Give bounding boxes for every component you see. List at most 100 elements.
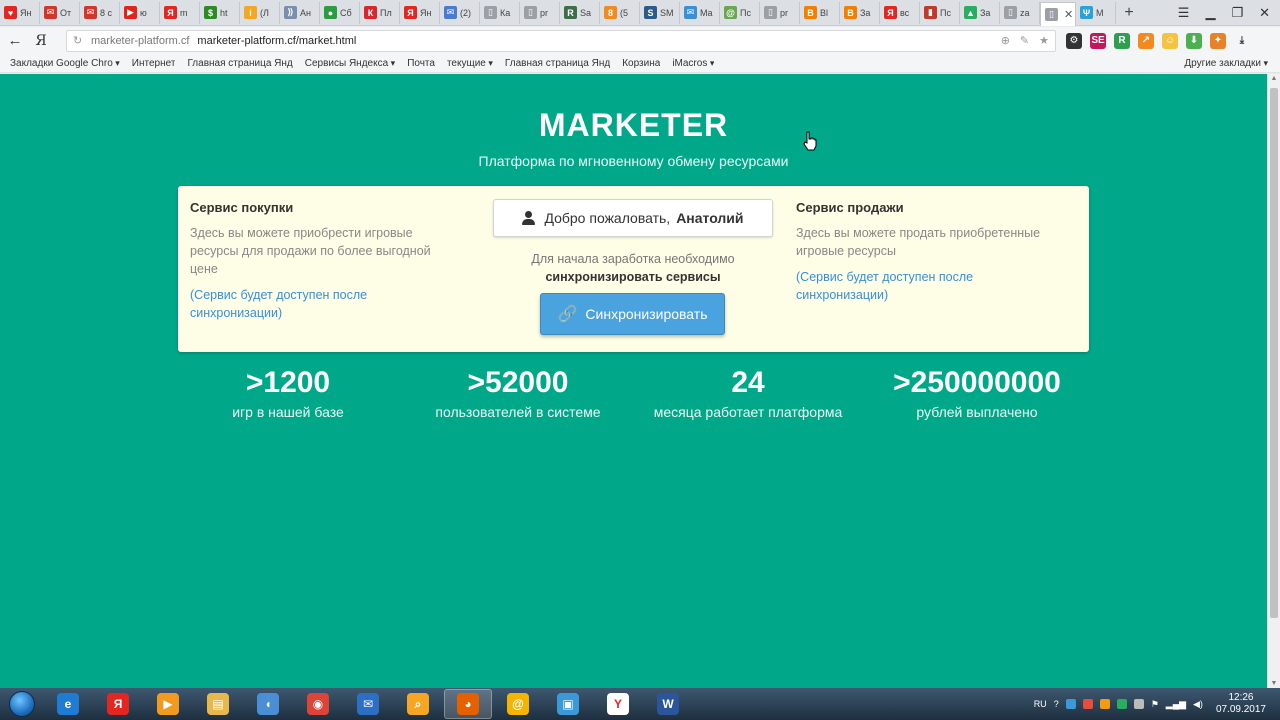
- browser-tab[interactable]: ♥ Ян: [0, 1, 40, 24]
- r-extension-icon[interactable]: R: [1114, 32, 1130, 49]
- settings-extension-icon[interactable]: ⚙: [1066, 32, 1082, 49]
- browser-tab[interactable]: ▮ Пс: [920, 1, 960, 24]
- scroll-down-icon[interactable]: ▼: [1268, 680, 1280, 687]
- tray-app-icon[interactable]: [1065, 699, 1076, 709]
- taskbar-yandex-button[interactable]: Я: [94, 689, 142, 719]
- tray-app-icon[interactable]: [1099, 699, 1110, 709]
- browser-tab[interactable]: B Bl: [800, 1, 840, 24]
- browser-tab[interactable]: ✉ От: [40, 1, 80, 24]
- stat-item: 24 месяца работает платформа: [633, 366, 863, 420]
- stat-value: >250000000: [893, 366, 1061, 399]
- url-field[interactable]: ↻ marketer-platform.cf marketer-platform…: [66, 29, 1056, 52]
- explorer-icon: ▤: [207, 693, 229, 715]
- sync-button[interactable]: 🔗 Синхронизировать: [540, 293, 725, 335]
- bookmark-item[interactable]: текущие: [447, 58, 493, 69]
- browser-tab[interactable]: К Пл: [360, 1, 400, 24]
- other-bookmarks[interactable]: Другие закладки: [1184, 58, 1268, 69]
- fox-extension-icon[interactable]: ✦: [1210, 32, 1226, 49]
- bookmark-item[interactable]: Главная страница Янд: [187, 58, 292, 69]
- menu-icon[interactable]: ☰: [1178, 5, 1190, 21]
- back-icon[interactable]: ←: [0, 32, 30, 49]
- start-button[interactable]: [0, 688, 44, 720]
- browser-tab[interactable]: ▯ pr: [520, 1, 560, 24]
- bookmark-item[interactable]: Корзина: [622, 58, 660, 69]
- bookmark-item[interactable]: Главная страница Янд: [505, 58, 610, 69]
- tray-app-icon[interactable]: [1082, 699, 1093, 709]
- scrollbar-thumb[interactable]: [1270, 88, 1278, 618]
- yandex-home-icon[interactable]: Я: [30, 33, 52, 49]
- page-scrollbar[interactable]: ▲ ▼: [1267, 74, 1280, 688]
- browser-tab[interactable]: ▯ pr: [760, 1, 800, 24]
- se-extension-icon[interactable]: SE: [1090, 32, 1106, 49]
- tab-close-icon[interactable]: ✕: [1064, 8, 1073, 21]
- taskbar-thunderbird-button[interactable]: ✉: [344, 689, 392, 719]
- flag-icon[interactable]: ⚑: [1151, 699, 1159, 710]
- browser-tab[interactable]: R Sa: [560, 1, 600, 24]
- browser-tab[interactable]: Яm: [160, 1, 200, 24]
- volume-icon[interactable]: ◀): [1193, 699, 1203, 710]
- bookmark-item[interactable]: Сервисы Яндекса: [305, 58, 395, 69]
- browser-tab[interactable]: B За: [840, 1, 880, 24]
- services-panel: Сервис покупки Здесь вы можете приобрест…: [178, 186, 1089, 352]
- tray-app-icon[interactable]: [1116, 699, 1127, 709]
- browser-tab[interactable]: ▲ За: [960, 1, 1000, 24]
- bookmark-item[interactable]: Почта: [407, 58, 435, 69]
- taskbar-mail-button[interactable]: @: [494, 689, 542, 719]
- browser-tab[interactable]: $ ht: [200, 1, 240, 24]
- browser-tab[interactable]: ✉ (2): [440, 1, 480, 24]
- browser-tab[interactable]: ● Сб: [320, 1, 360, 24]
- sync-note-line2: синхронизировать сервисы: [545, 270, 721, 284]
- network-icon[interactable]: ▂▄▆: [1166, 699, 1186, 710]
- new-tab-button[interactable]: +: [1116, 4, 1142, 22]
- browser-tab[interactable]: ΨM: [1076, 1, 1116, 24]
- browser-tab[interactable]: Явс: [880, 1, 920, 24]
- tray-app-icon[interactable]: [1133, 699, 1144, 709]
- browser-tab[interactable]: i (Л: [240, 1, 280, 24]
- bookmark-item[interactable]: Интернет: [132, 58, 176, 69]
- minimize-icon[interactable]: ▁: [1205, 5, 1215, 21]
- taskbar-chrome-button[interactable]: ◉: [294, 689, 342, 719]
- browser-tab[interactable]: ▯ Ка: [480, 1, 520, 24]
- smile-extension-icon[interactable]: ☺: [1162, 32, 1178, 49]
- browser-tab[interactable]: ▯ za: [1000, 1, 1040, 24]
- browser-tab[interactable]: S SM: [640, 1, 680, 24]
- taskbar-word-button[interactable]: W: [644, 689, 692, 719]
- browser-tab[interactable]: ⟫ Ан: [280, 1, 320, 24]
- bookmark-item[interactable]: iMacros: [672, 58, 714, 69]
- browser-tab[interactable]: ✉ 8 с: [80, 1, 120, 24]
- edit-icon[interactable]: ✎: [1020, 34, 1029, 47]
- restore-icon[interactable]: ❐: [1231, 5, 1243, 21]
- chart-extension-icon[interactable]: ↗: [1138, 32, 1154, 49]
- clock[interactable]: 12:26 07.09.2017: [1216, 692, 1266, 716]
- taskbar-firefox-button[interactable]: ◕: [444, 689, 492, 719]
- download-extension-icon[interactable]: ⬇: [1186, 32, 1202, 49]
- tab-active[interactable]: ▯ ✕: [1040, 1, 1076, 26]
- browser-tab[interactable]: ▶ ю: [120, 1, 160, 24]
- browser-tab[interactable]: 8 (5: [600, 1, 640, 24]
- taskbar-yandex-browser-button[interactable]: Y: [594, 689, 642, 719]
- taskbar-ie-button[interactable]: e: [44, 689, 92, 719]
- tab-favicon-icon: @: [724, 6, 737, 19]
- language-indicator[interactable]: RU: [1034, 699, 1047, 709]
- buy-service-note[interactable]: (Сервис будет доступен после синхронизац…: [190, 286, 455, 322]
- help-icon[interactable]: ?: [1054, 699, 1059, 709]
- sync-note-line1: Для начала заработка необходимо: [531, 252, 735, 266]
- scroll-up-icon[interactable]: ▲: [1268, 75, 1280, 82]
- page-info-icon[interactable]: ↻: [73, 34, 87, 47]
- downloads-icon[interactable]: ⤓: [1234, 32, 1250, 49]
- taskbar-photos-button[interactable]: ▣: [544, 689, 592, 719]
- tab-label: 8 с: [100, 7, 113, 18]
- browser-tab[interactable]: @ Пс: [720, 1, 760, 24]
- close-window-icon[interactable]: ✕: [1259, 5, 1270, 21]
- translate-icon[interactable]: ⊕: [1001, 34, 1010, 47]
- sell-service-note[interactable]: (Сервис будет доступен после синхронизац…: [796, 268, 1066, 304]
- bookmark-item[interactable]: Закладки Google Chro: [10, 58, 120, 69]
- taskbar-explorer-button[interactable]: ▤: [194, 689, 242, 719]
- taskbar-media-button[interactable]: ▶: [144, 689, 192, 719]
- bookmark-star-icon[interactable]: ★: [1039, 34, 1049, 47]
- browser-tab[interactable]: ✉ Ma: [680, 1, 720, 24]
- taskbar-audio-button[interactable]: ◖: [244, 689, 292, 719]
- tab-favicon-icon: B: [844, 6, 857, 19]
- taskbar-search-button[interactable]: ⌕: [394, 689, 442, 719]
- browser-tab[interactable]: Я Ян: [400, 1, 440, 24]
